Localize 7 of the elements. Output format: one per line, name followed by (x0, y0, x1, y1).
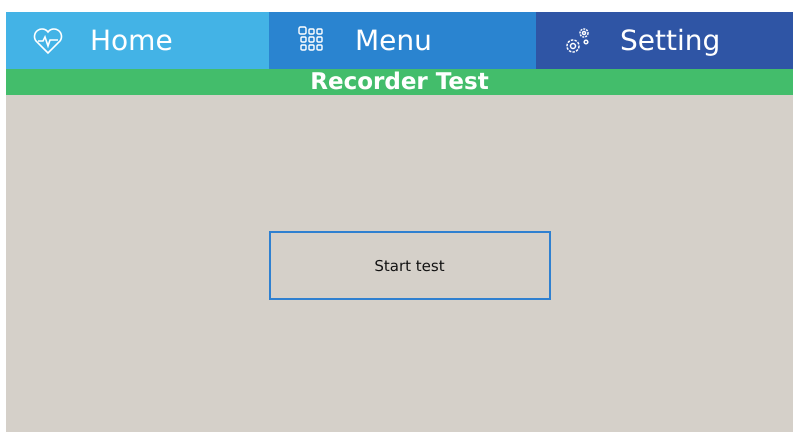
nav-tab[interactable]: Setting (536, 12, 793, 69)
page-title: Recorder Test (310, 69, 489, 95)
tab-label: Setting (620, 24, 720, 57)
tab-label: Menu (355, 24, 432, 57)
start-test-button[interactable]: Start test (268, 231, 550, 300)
tab-label: Home (90, 24, 173, 57)
nav-tab[interactable]: Menu (269, 12, 536, 69)
